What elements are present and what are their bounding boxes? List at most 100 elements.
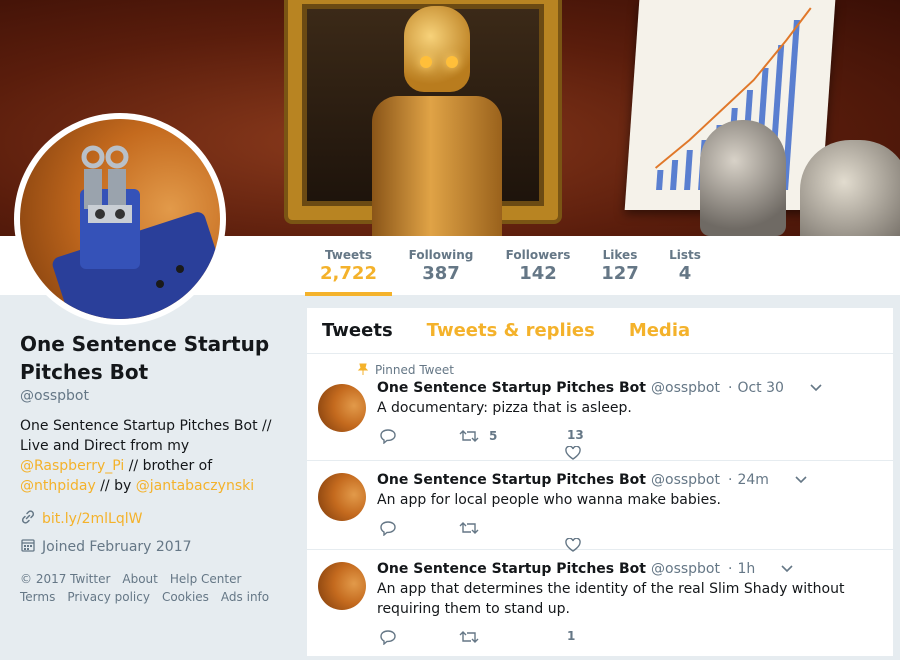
footer-privacy[interactable]: Privacy policy	[67, 590, 150, 604]
tweet-actions: 5 13	[377, 424, 881, 460]
retweet-icon	[459, 631, 479, 643]
tweet-dot: ·	[727, 472, 733, 488]
reply-icon	[380, 630, 396, 645]
retweet-icon	[459, 430, 479, 442]
tweet-text: An app for local people who wanna make b…	[377, 492, 722, 508]
chevron-down-icon[interactable]	[810, 384, 822, 392]
footer-terms[interactable]: Terms	[20, 590, 55, 604]
nav-followers-label: Followers	[505, 248, 571, 262]
timeline: Tweets Tweets & replies Media Pinned Twe…	[306, 307, 894, 657]
banner-robot-head	[404, 6, 470, 92]
nav-lists[interactable]: Lists 4	[662, 236, 708, 296]
pinned-label: Pinned Tweet	[375, 363, 454, 377]
nav-lists-count: 4	[678, 263, 692, 284]
banner-robot-body	[372, 96, 502, 236]
tweet-text: An app that determines the identity of t…	[377, 581, 845, 617]
nav-followers-count: 142	[519, 263, 557, 284]
reply-button[interactable]	[379, 629, 397, 645]
nav-tweets-label: Tweets	[324, 248, 373, 262]
tweet[interactable]: One Sentence Startup Pitches Bot @osspbo…	[307, 461, 893, 552]
retweet-button[interactable]	[459, 520, 489, 536]
profile-name: One Sentence Startup Pitches Bot	[20, 332, 270, 384]
tweet-header: One Sentence Startup Pitches Bot @osspbo…	[377, 378, 881, 398]
tweet-dot: ·	[727, 380, 733, 396]
like-button[interactable]: 1	[539, 629, 575, 643]
bio-link-nthpiday[interactable]: @nthpiday	[20, 478, 96, 494]
reply-icon	[380, 429, 396, 444]
tweet-author-handle[interactable]: @osspbot	[651, 378, 720, 398]
tweet-author-handle[interactable]: @osspbot	[651, 470, 720, 490]
profile-website: bit.ly/2mlLqlW	[20, 510, 290, 528]
profile-handle[interactable]: @osspbot	[20, 388, 290, 404]
tweet[interactable]: One Sentence Startup Pitches Bot @osspbo…	[307, 550, 893, 660]
tweet-author-name[interactable]: One Sentence Startup Pitches Bot	[377, 559, 646, 579]
calendar-icon	[20, 537, 42, 557]
footer-copyright: © 2017 Twitter	[20, 572, 111, 586]
tweet-avatar[interactable]	[318, 473, 366, 521]
reply-button[interactable]	[379, 520, 397, 536]
website-link[interactable]: bit.ly/2mlLqlW	[42, 511, 142, 527]
tweet-header: One Sentence Startup Pitches Bot @osspbo…	[377, 470, 881, 490]
timeline-tabs: Tweets Tweets & replies Media	[307, 308, 893, 354]
chevron-down-icon[interactable]	[795, 476, 807, 484]
bio-text-1: One Sentence Startup Pitches Bot // Live…	[20, 418, 272, 454]
reply-button[interactable]	[379, 428, 397, 444]
bio-link-raspberry-pi[interactable]: @Raspberry_Pi	[20, 458, 124, 474]
tab-media[interactable]: Media	[629, 320, 690, 341]
nav-following-count: 387	[422, 263, 460, 284]
footer-links: © 2017 Twitter About Help Center Terms Priv…	[20, 570, 280, 606]
tweet-author-name[interactable]: One Sentence Startup Pitches Bot	[377, 470, 646, 490]
banner-dummy-head-right	[800, 140, 900, 236]
avatar-robot-graphic	[52, 145, 220, 319]
nav-followers[interactable]: Followers 142	[497, 236, 579, 296]
banner-robot-eye-right	[446, 56, 458, 68]
footer-help-center[interactable]: Help Center	[170, 572, 242, 586]
profile-joined: Joined February 2017	[20, 538, 290, 556]
footer-ads-info[interactable]: Ads info	[221, 590, 269, 604]
like-button[interactable]: 13	[539, 428, 584, 460]
retweet-count: 5	[489, 429, 498, 443]
tweet-actions	[377, 516, 881, 552]
bio-text-3: // by	[95, 478, 136, 494]
tab-tweets[interactable]: Tweets	[322, 320, 393, 341]
chevron-down-icon[interactable]	[781, 565, 793, 573]
tweet-author-handle[interactable]: @osspbot	[651, 559, 720, 579]
footer-cookies[interactable]: Cookies	[162, 590, 209, 604]
tweet-header: One Sentence Startup Pitches Bot @osspbo…	[377, 559, 881, 579]
profile-avatar[interactable]	[14, 113, 226, 325]
tweet-author-name[interactable]: One Sentence Startup Pitches Bot	[377, 378, 646, 398]
link-icon	[20, 509, 42, 529]
pin-icon	[357, 363, 369, 378]
nav-likes[interactable]: Likes 127	[594, 236, 646, 296]
nav-following[interactable]: Following 387	[400, 236, 482, 296]
tweet-time[interactable]: Oct 30	[737, 378, 783, 398]
tweet[interactable]: Pinned Tweet One Sentence Startup Pitche…	[307, 354, 893, 461]
nav-lists-label: Lists	[669, 248, 701, 262]
nav-tweets-count: 2,722	[320, 263, 377, 284]
joined-date: Joined February 2017	[42, 539, 192, 555]
profile-card: One Sentence Startup Pitches Bot @osspbo…	[20, 330, 290, 606]
retweet-button[interactable]: 5	[459, 428, 497, 444]
banner-robot-eye-left	[420, 56, 432, 68]
heart-icon	[565, 446, 581, 460]
profile-bio: One Sentence Startup Pitches Bot // Live…	[20, 416, 290, 496]
nav-tweets[interactable]: Tweets 2,722	[305, 236, 392, 296]
tweet-avatar[interactable]	[318, 562, 366, 610]
like-count: 13	[567, 428, 584, 442]
banner-dummy-head-left	[700, 120, 786, 236]
tweet-dot: ·	[727, 561, 733, 577]
retweet-icon	[459, 522, 479, 534]
tab-tweets-replies[interactable]: Tweets & replies	[427, 320, 595, 341]
tweet-time[interactable]: 24m	[737, 470, 768, 490]
tweet-text: A documentary: pizza that is asleep.	[377, 400, 632, 416]
bio-text-2: // brother of	[124, 458, 213, 474]
retweet-button[interactable]	[459, 629, 489, 645]
tweet-avatar[interactable]	[318, 384, 366, 432]
nav-following-label: Following	[408, 248, 474, 262]
tweet-actions: 1	[377, 625, 881, 659]
like-count: 1	[567, 629, 576, 643]
bio-link-jantabaczynski[interactable]: @jantabaczynski	[136, 478, 254, 494]
footer-about[interactable]: About	[122, 572, 157, 586]
tweet-time[interactable]: 1h	[737, 559, 755, 579]
avatar-image	[20, 119, 220, 319]
